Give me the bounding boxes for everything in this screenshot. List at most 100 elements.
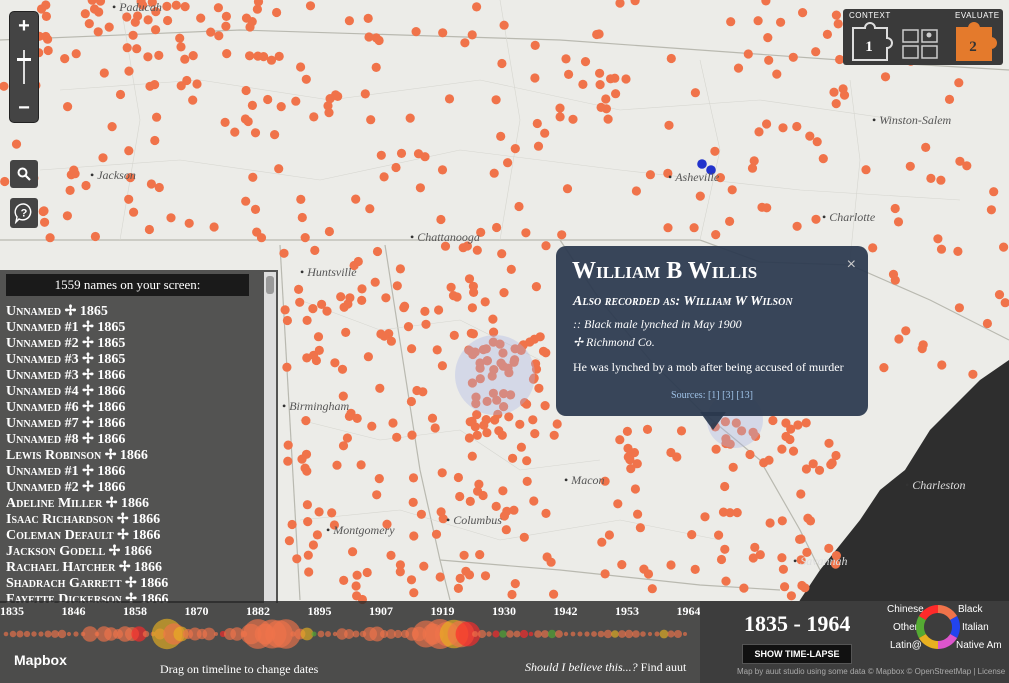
lynching-marker[interactable] <box>666 53 676 64</box>
lynching-marker[interactable] <box>250 204 261 214</box>
help-button[interactable]: ? <box>10 198 38 228</box>
lynching-marker[interactable] <box>412 385 422 396</box>
name-list-item[interactable]: Unnamed ✢ 1865 <box>6 304 261 320</box>
timeline-year-bubble[interactable] <box>66 631 72 637</box>
lynching-marker[interactable] <box>256 233 267 243</box>
lynching-marker[interactable] <box>503 158 513 168</box>
lynching-marker[interactable] <box>221 21 231 31</box>
timeline-year-bubble[interactable] <box>325 631 331 637</box>
lynching-marker[interactable] <box>829 87 839 97</box>
lynching-marker[interactable] <box>63 102 73 112</box>
lynching-marker[interactable] <box>352 413 362 423</box>
lynching-marker[interactable] <box>427 413 438 423</box>
lynching-marker[interactable] <box>407 430 417 440</box>
lynching-marker[interactable] <box>270 130 280 140</box>
lynching-marker[interactable] <box>366 115 376 125</box>
timeline-year-bubble[interactable] <box>555 630 563 638</box>
lynching-marker[interactable] <box>516 442 527 452</box>
lynching-marker[interactable] <box>214 31 224 41</box>
lynching-marker[interactable] <box>480 571 491 581</box>
lynching-marker[interactable] <box>611 89 621 99</box>
lynching-marker[interactable] <box>894 334 904 344</box>
lynching-marker[interactable] <box>944 94 955 104</box>
lynching-marker[interactable] <box>778 564 789 574</box>
lynching-marker[interactable] <box>171 0 181 10</box>
lynching-marker[interactable] <box>595 80 605 90</box>
lynching-marker[interactable] <box>302 315 312 325</box>
lynching-marker[interactable] <box>365 204 375 214</box>
lynching-marker[interactable] <box>332 460 342 470</box>
lynching-marker[interactable] <box>633 509 643 519</box>
lynching-marker[interactable] <box>465 417 475 427</box>
lynching-marker[interactable] <box>144 224 154 235</box>
lynching-marker[interactable] <box>348 547 358 557</box>
lynching-marker[interactable] <box>399 303 409 313</box>
lynching-marker[interactable] <box>129 207 139 217</box>
lynching-marker[interactable] <box>617 560 627 570</box>
lynching-marker[interactable] <box>540 128 550 138</box>
lynching-marker[interactable] <box>936 175 946 185</box>
lynching-marker[interactable] <box>491 95 501 105</box>
lynching-marker[interactable] <box>435 572 445 582</box>
lynching-marker[interactable] <box>93 27 103 37</box>
lynching-marker[interactable] <box>532 118 542 129</box>
timeline-year-bubble[interactable] <box>506 630 514 638</box>
lynching-marker[interactable] <box>714 530 724 540</box>
lynching-marker[interactable] <box>245 51 255 61</box>
timeline-year-bubble[interactable] <box>513 630 521 638</box>
lynching-marker[interactable] <box>507 589 517 600</box>
lynching-marker[interactable] <box>497 430 507 440</box>
lynching-marker[interactable] <box>372 246 383 257</box>
lynching-marker[interactable] <box>642 424 653 434</box>
lynching-marker[interactable] <box>406 396 416 407</box>
lynching-marker[interactable] <box>595 68 605 78</box>
lynching-marker[interactable] <box>338 441 349 451</box>
lynching-marker[interactable] <box>392 281 402 291</box>
lynching-marker[interactable] <box>467 303 477 313</box>
name-list-item[interactable]: Isaac Richardson ✢ 1866 <box>6 512 261 528</box>
lynching-marker[interactable] <box>370 277 380 287</box>
lynching-marker[interactable] <box>522 456 532 466</box>
lynching-marker[interactable] <box>339 575 349 586</box>
lynching-marker[interactable] <box>750 542 760 553</box>
lynching-marker[interactable] <box>497 58 507 69</box>
lynching-marker[interactable] <box>166 213 176 223</box>
name-list-item[interactable]: Unnamed #7 ✢ 1866 <box>6 416 261 432</box>
lynching-marker[interactable] <box>437 361 447 371</box>
selected-marker[interactable] <box>697 159 707 169</box>
lynching-marker[interactable] <box>798 8 808 18</box>
timeline-year-bubble[interactable] <box>659 629 669 639</box>
lynching-marker[interactable] <box>455 573 465 584</box>
timeline-year-bubble[interactable] <box>632 630 640 638</box>
names-list-scrollbar[interactable] <box>264 272 276 603</box>
timeline-year-bubble[interactable] <box>541 630 549 638</box>
lynching-marker[interactable] <box>362 567 372 578</box>
lynching-marker[interactable] <box>626 464 636 474</box>
lynching-marker[interactable] <box>282 315 292 326</box>
lynching-marker[interactable] <box>411 27 421 37</box>
lynching-marker[interactable] <box>795 534 805 545</box>
lynching-marker[interactable] <box>982 318 993 329</box>
lynching-marker[interactable] <box>989 187 999 197</box>
timeline-year-bubble[interactable] <box>591 631 597 637</box>
lynching-marker[interactable] <box>449 330 459 340</box>
lynching-marker[interactable] <box>745 449 755 460</box>
lynching-marker[interactable] <box>596 102 606 112</box>
timeline-year-bubble[interactable] <box>23 630 31 638</box>
lynching-marker[interactable] <box>107 122 117 132</box>
zoom-slider-handle[interactable] <box>17 58 31 61</box>
lynching-marker[interactable] <box>375 383 385 393</box>
lynching-marker[interactable] <box>282 362 292 372</box>
lynching-marker[interactable] <box>283 456 293 466</box>
mapbox-logo[interactable]: Mapbox <box>14 652 67 668</box>
lynching-marker[interactable] <box>41 31 51 42</box>
lynching-marker[interactable] <box>467 30 477 40</box>
lynching-marker[interactable] <box>222 49 232 59</box>
lynching-marker[interactable] <box>465 496 475 506</box>
lynching-marker[interactable] <box>831 99 841 109</box>
lynching-marker[interactable] <box>213 3 223 13</box>
lynching-marker[interactable] <box>266 55 277 65</box>
lynching-marker[interactable] <box>180 2 190 12</box>
lynching-marker[interactable] <box>89 4 100 14</box>
scrollbar-thumb[interactable] <box>266 276 274 294</box>
